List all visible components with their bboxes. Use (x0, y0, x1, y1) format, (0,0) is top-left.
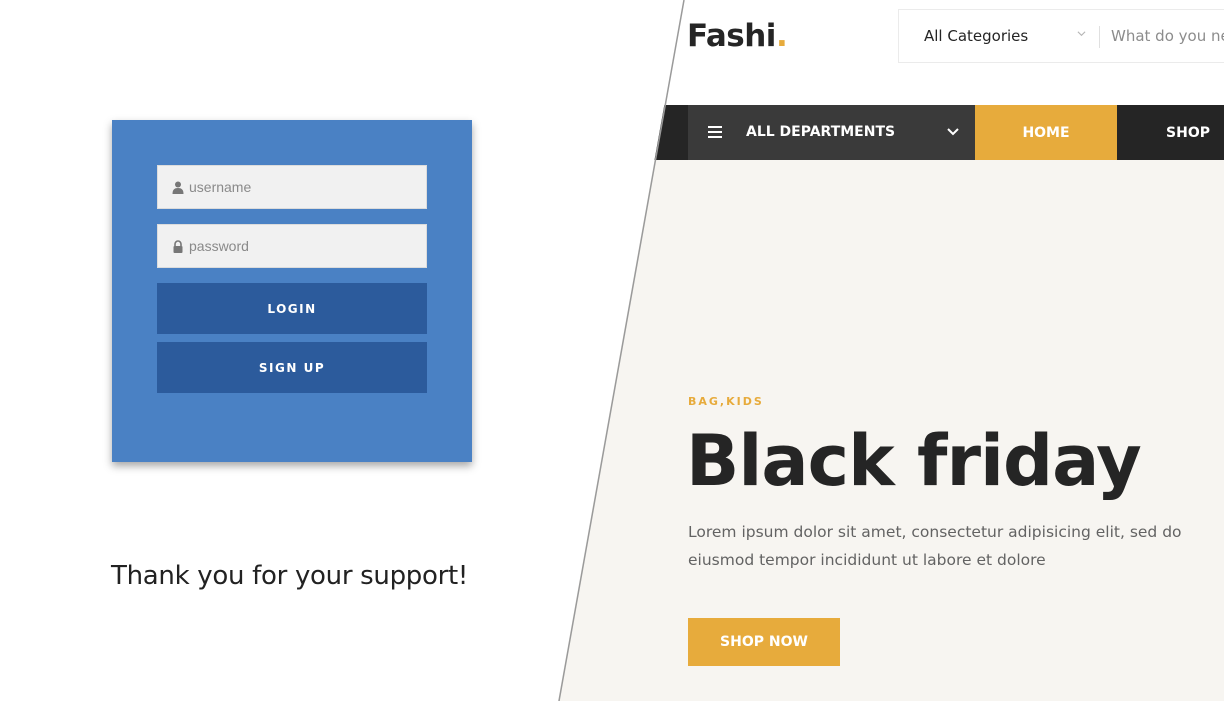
shop-now-button[interactable]: SHOP NOW (688, 618, 840, 666)
chevron-down-icon (1077, 31, 1086, 37)
username-input[interactable] (189, 166, 419, 208)
login-card: LOGIN SIGN UP (112, 120, 472, 462)
category-select[interactable]: All Categories (899, 10, 1099, 62)
all-departments-menu[interactable]: ALL DEPARTMENTS (688, 105, 975, 160)
nav-item-home[interactable]: HOME (975, 105, 1117, 160)
all-departments-label: ALL DEPARTMENTS (746, 124, 896, 140)
nav-item-shop[interactable]: SHOP (1117, 105, 1224, 160)
category-select-value: All Categories (924, 27, 1029, 45)
user-icon (172, 181, 184, 194)
brand-logo-dot: . (775, 18, 788, 54)
username-field (157, 165, 427, 209)
hero-title: Black friday (686, 420, 1142, 502)
brand-logo[interactable]: Fashi. (687, 18, 788, 54)
lock-icon (173, 240, 183, 253)
thank-you-message: Thank you for your support! (111, 561, 469, 591)
menu-icon (708, 126, 722, 138)
hero-description: Lorem ipsum dolor sit amet, consectetur … (688, 523, 1182, 569)
login-button[interactable]: LOGIN (157, 283, 427, 334)
chevron-down-icon (947, 128, 959, 136)
search-input[interactable] (1111, 20, 1224, 52)
signup-button[interactable]: SIGN UP (157, 342, 427, 393)
password-field (157, 224, 427, 268)
search-divider (1099, 26, 1100, 48)
hero-tag: BAG,KIDS (688, 395, 764, 408)
password-input[interactable] (189, 225, 419, 267)
search-bar: All Categories (898, 9, 1224, 63)
